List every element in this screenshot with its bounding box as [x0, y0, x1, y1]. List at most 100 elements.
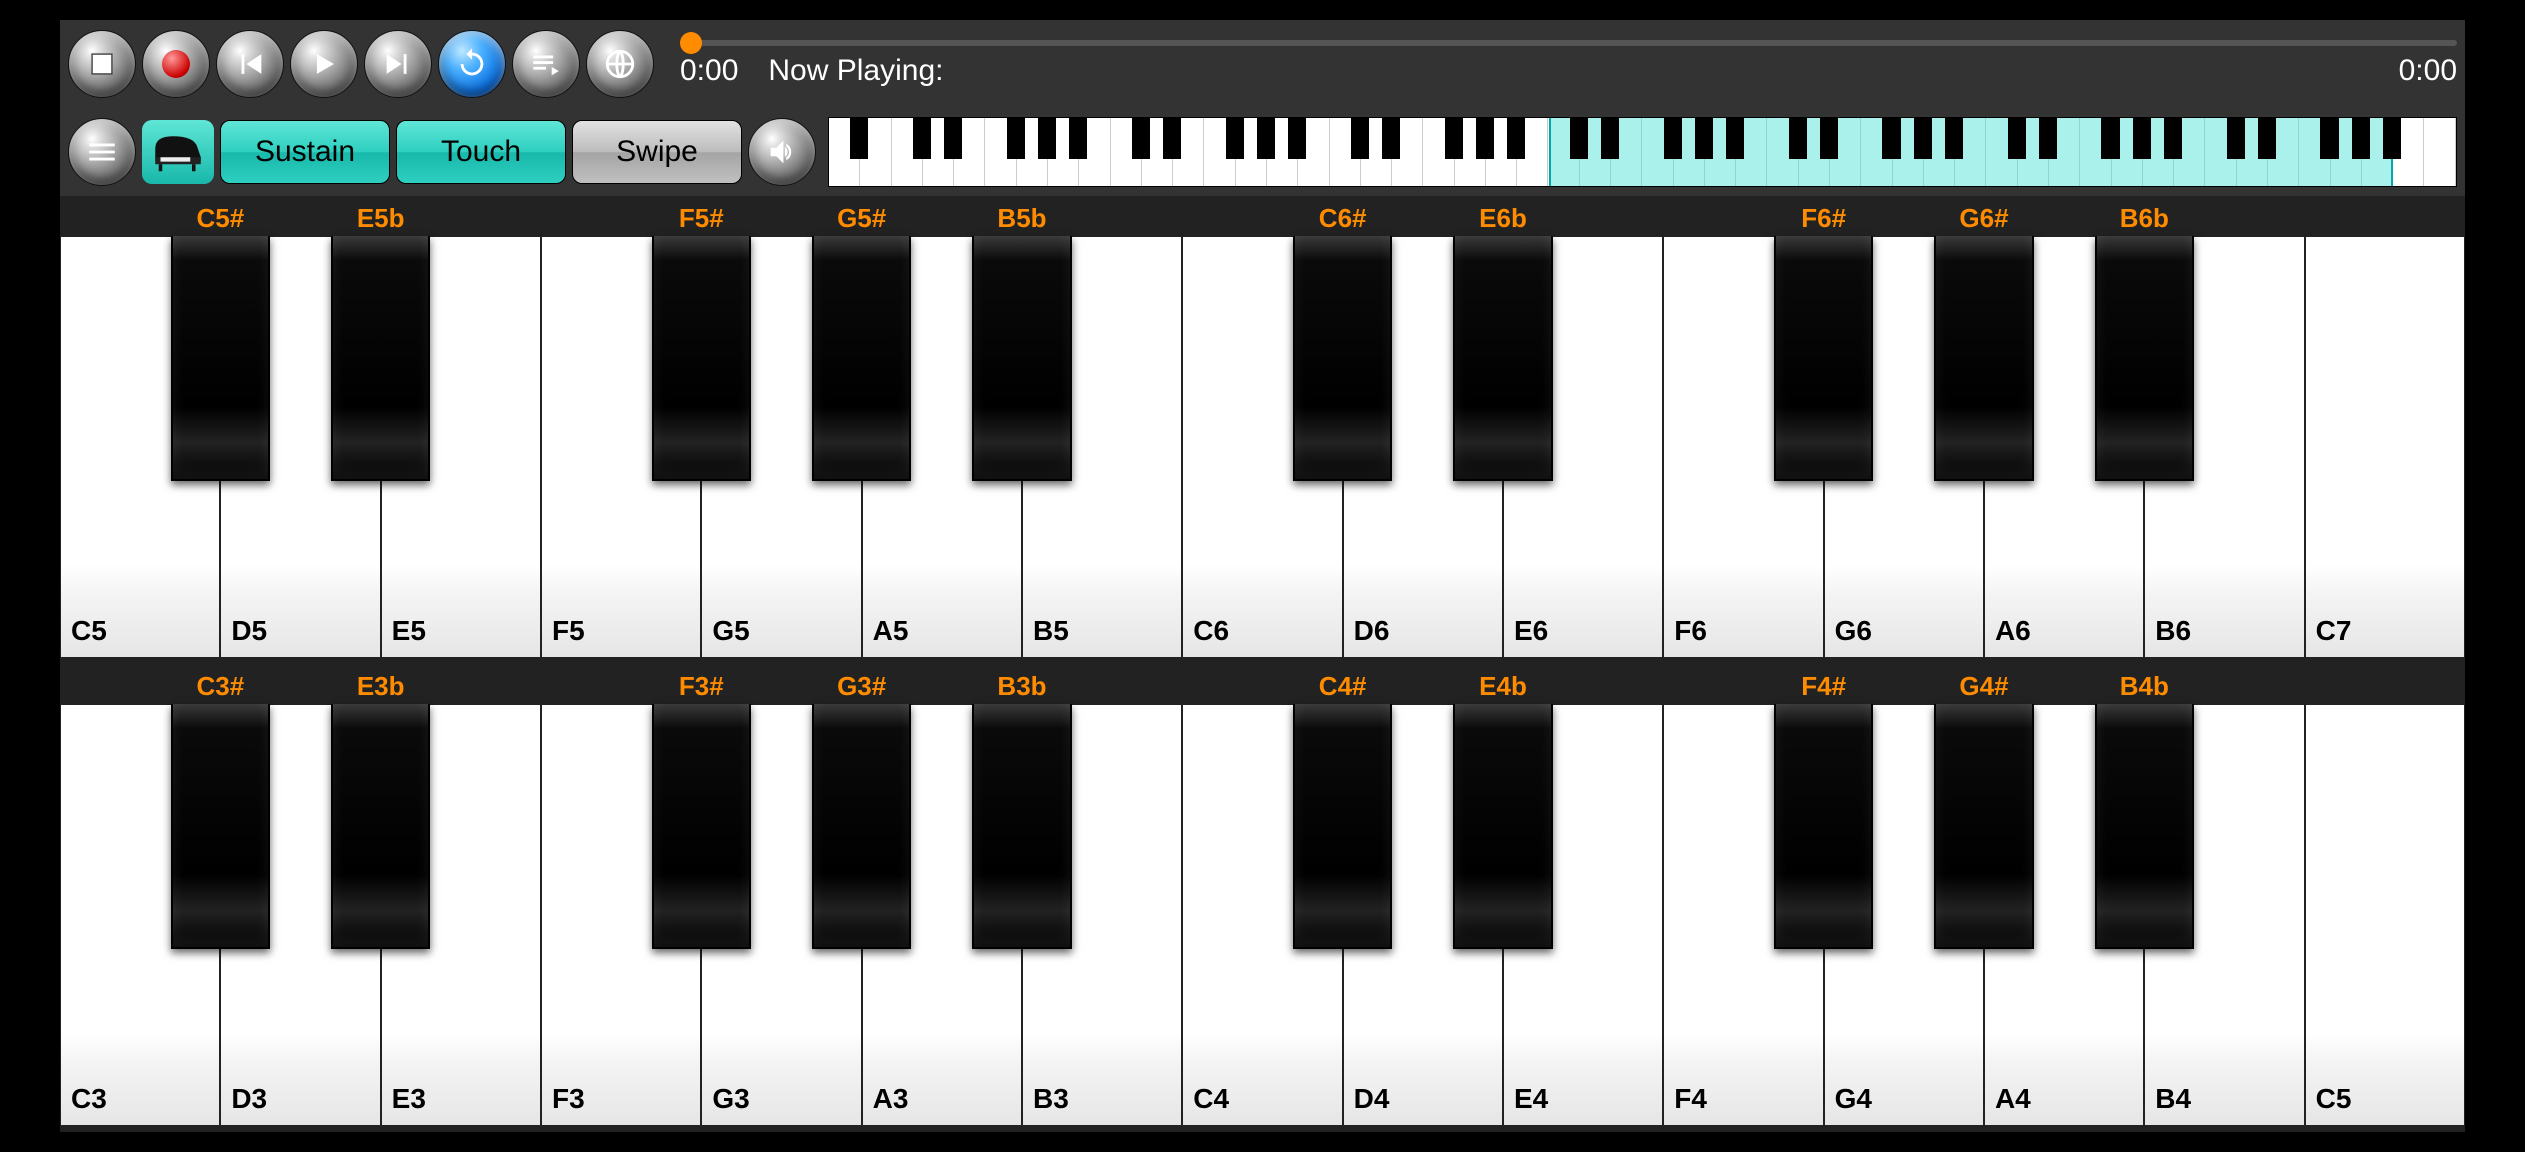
minimap-black-key[interactable] [1789, 118, 1807, 159]
white-key-label: G6 [1835, 615, 1872, 647]
volume-button[interactable] [748, 118, 816, 186]
minimap-black-key[interactable] [1038, 118, 1056, 159]
minimap-black-key[interactable] [1445, 118, 1463, 159]
minimap-black-key[interactable] [944, 118, 962, 159]
minimap-black-key[interactable] [1726, 118, 1744, 159]
minimap-black-key[interactable] [1820, 118, 1838, 159]
minimap-black-key[interactable] [2039, 118, 2057, 159]
black-key[interactable]: E6b [1453, 236, 1552, 481]
minimap-black-key[interactable] [1132, 118, 1150, 159]
sustain-label: Sustain [255, 135, 355, 169]
white-key[interactable]: C7 [2305, 236, 2465, 658]
playlist-button[interactable] [512, 30, 580, 98]
black-key[interactable]: E3b [331, 704, 430, 949]
minimap-black-key[interactable] [1163, 118, 1181, 159]
black-key[interactable]: G4# [1934, 704, 2033, 949]
black-key[interactable]: G5# [812, 236, 911, 481]
minimap-black-key[interactable] [2101, 118, 2119, 159]
minimap-black-key[interactable] [1351, 118, 1369, 159]
black-key[interactable]: B5b [972, 236, 1071, 481]
minimap-white-key[interactable] [2424, 118, 2455, 186]
minimap-black-key[interactable] [2227, 118, 2245, 159]
minimap-black-key[interactable] [913, 118, 931, 159]
record-button[interactable] [142, 30, 210, 98]
minimap-black-key[interactable] [1507, 118, 1525, 159]
white-key-label: B6 [2155, 615, 2191, 647]
black-key-label: E6b [1479, 203, 1527, 234]
minimap-black-key[interactable] [2164, 118, 2182, 159]
minimap-black-key[interactable] [1226, 118, 1244, 159]
white-key-label: A4 [1995, 1083, 2031, 1115]
touch-toggle[interactable]: Touch [396, 120, 566, 184]
white-key-label: B5 [1033, 615, 1069, 647]
instrument-button[interactable] [142, 120, 214, 184]
black-key-label: C4# [1319, 671, 1367, 702]
black-key[interactable]: E5b [331, 236, 430, 481]
black-key[interactable]: G3# [812, 704, 911, 949]
minimap-black-key[interactable] [1882, 118, 1900, 159]
black-key-label: F3# [679, 671, 724, 702]
white-key-label: F4 [1674, 1083, 1707, 1115]
swipe-toggle[interactable]: Swipe [572, 120, 742, 184]
web-button[interactable] [586, 30, 654, 98]
black-key[interactable]: G6# [1934, 236, 2033, 481]
keyboard-top: C5D5E5F5G5A5B5C6D6E6F6G6A6B6C7C5#E5bF5#G… [60, 236, 2465, 658]
minimap-black-key[interactable] [850, 118, 868, 159]
black-key-label: F4# [1801, 671, 1846, 702]
minimap-black-key[interactable] [1695, 118, 1713, 159]
minimap-black-key[interactable] [1945, 118, 1963, 159]
loop-icon [455, 47, 489, 81]
black-key[interactable]: B3b [972, 704, 1071, 949]
loop-button[interactable] [438, 30, 506, 98]
black-key[interactable]: E4b [1453, 704, 1552, 949]
progress-slider[interactable] [680, 40, 2457, 46]
minimap-white-key[interactable] [1111, 118, 1142, 186]
menu-button[interactable] [68, 118, 136, 186]
black-key[interactable]: B6b [2095, 236, 2194, 481]
black-key[interactable]: C3# [171, 704, 270, 949]
black-key-label: G6# [1959, 203, 2008, 234]
black-key[interactable]: F6# [1774, 236, 1873, 481]
minimap-white-key[interactable] [985, 118, 1016, 186]
minimap-black-key[interactable] [2383, 118, 2401, 159]
next-button[interactable] [364, 30, 432, 98]
minimap-black-key[interactable] [1914, 118, 1932, 159]
minimap-black-key[interactable] [1382, 118, 1400, 159]
white-key[interactable]: C5 [2305, 704, 2465, 1126]
minimap-white-key[interactable] [1204, 118, 1235, 186]
minimap-black-key[interactable] [2008, 118, 2026, 159]
black-key[interactable]: F4# [1774, 704, 1873, 949]
minimap-black-key[interactable] [2352, 118, 2370, 159]
sustain-toggle[interactable]: Sustain [220, 120, 390, 184]
minimap-white-key[interactable] [829, 118, 860, 186]
prev-button[interactable] [216, 30, 284, 98]
play-button[interactable] [290, 30, 358, 98]
minimap-black-key[interactable] [1601, 118, 1619, 159]
minimap-black-key[interactable] [1476, 118, 1494, 159]
black-key[interactable]: C4# [1293, 704, 1392, 949]
minimap-black-key[interactable] [1570, 118, 1588, 159]
white-key-label: G5 [712, 615, 749, 647]
black-key[interactable]: C6# [1293, 236, 1392, 481]
minimap-black-key[interactable] [1257, 118, 1275, 159]
minimap-black-key[interactable] [1069, 118, 1087, 159]
minimap-black-key[interactable] [2258, 118, 2276, 159]
stop-button[interactable] [68, 30, 136, 98]
minimap-black-key[interactable] [1007, 118, 1025, 159]
black-key[interactable]: B4b [2095, 704, 2194, 949]
black-key-label: G4# [1959, 671, 2008, 702]
minimap-black-key[interactable] [2133, 118, 2151, 159]
black-key[interactable]: F5# [652, 236, 751, 481]
touch-label: Touch [441, 135, 521, 169]
minimap-black-key[interactable] [1664, 118, 1682, 159]
minimap-black-key[interactable] [1288, 118, 1306, 159]
minimap-white-key[interactable] [1423, 118, 1454, 186]
minimap-black-key[interactable] [2320, 118, 2338, 159]
keyboard-minimap[interactable] [828, 117, 2457, 187]
progress-thumb[interactable] [680, 32, 702, 54]
minimap-white-key[interactable] [1330, 118, 1361, 186]
black-key[interactable]: C5# [171, 236, 270, 481]
minimap-white-key[interactable] [892, 118, 923, 186]
white-key-label: C5 [2316, 1083, 2352, 1115]
black-key[interactable]: F3# [652, 704, 751, 949]
